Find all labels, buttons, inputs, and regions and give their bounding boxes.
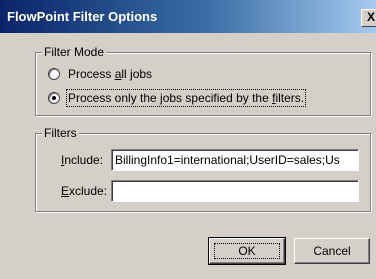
radio-button-icon[interactable] <box>48 92 60 104</box>
include-label: Include: <box>61 153 104 167</box>
include-field[interactable]: BillingInfo1=international;UserID=sales;… <box>111 149 359 171</box>
exclude-label: Exclude: <box>61 184 108 198</box>
radio-process-all-jobs-label: Process all jobs <box>68 67 153 81</box>
exclude-field[interactable] <box>111 180 359 202</box>
dialog-title: FlowPoint Filter Options <box>7 9 158 24</box>
radio-process-filtered-jobs-label: Process only the jobs specified by the f… <box>65 89 307 107</box>
cancel-button[interactable]: Cancel <box>294 238 370 264</box>
radio-selected-dot <box>52 96 56 100</box>
filter-mode-legend: Filter Mode <box>42 45 107 59</box>
filters-legend: Filters <box>42 126 79 140</box>
ok-button[interactable]: OK <box>208 237 286 265</box>
radio-button-icon[interactable] <box>48 68 60 80</box>
cancel-button-label: Cancel <box>313 244 351 258</box>
close-button[interactable]: X <box>361 9 376 27</box>
filter-mode-group: Filter Mode Process all jobs Process onl… <box>35 45 371 116</box>
close-icon: X <box>366 10 375 24</box>
focus-rect <box>214 243 280 259</box>
filters-group: Filters Include: BillingInfo1=internatio… <box>35 126 371 212</box>
filter-options-dialog: FlowPoint Filter Options X Filter Mode P… <box>0 0 376 279</box>
title-bar[interactable]: FlowPoint Filter Options X <box>0 0 376 33</box>
